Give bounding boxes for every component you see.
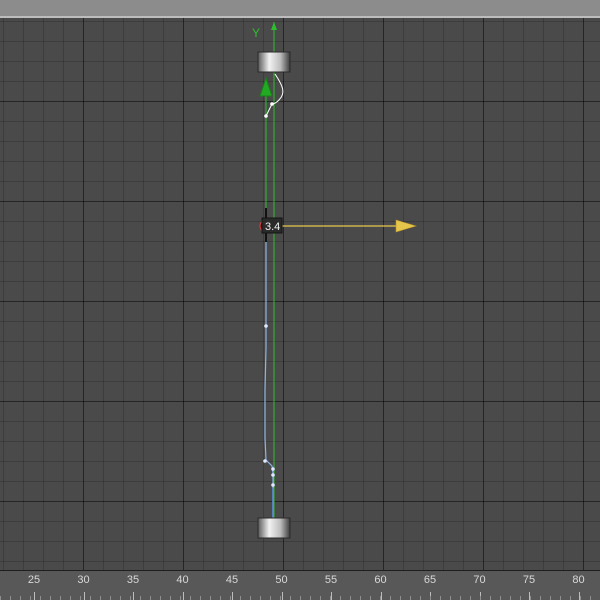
- spline-point[interactable]: [264, 324, 268, 328]
- ruler-minor-tick: [500, 596, 501, 600]
- ruler-minor-tick: [330, 596, 331, 600]
- ruler-label: 65: [423, 574, 437, 586]
- ruler-minor-tick: [90, 596, 91, 600]
- ruler-minor-tick: [410, 596, 411, 600]
- ruler-label: 60: [374, 574, 387, 586]
- spline-point[interactable]: [263, 459, 267, 463]
- ruler-minor-tick: [370, 596, 371, 600]
- ruler-minor-tick: [540, 596, 541, 600]
- ruler-minor-tick: [110, 596, 111, 600]
- ruler-minor-tick: [170, 596, 171, 600]
- ruler-minor-tick: [160, 596, 161, 600]
- ruler-minor-tick: [270, 596, 271, 600]
- ruler-label: 50: [275, 574, 288, 586]
- ruler-minor-tick: [560, 596, 561, 600]
- bottom-cap-icon[interactable]: [257, 517, 291, 539]
- ruler-minor-tick: [30, 596, 31, 600]
- ruler-minor-tick: [440, 596, 441, 600]
- ruler-minor-tick: [570, 596, 571, 600]
- ruler-minor-tick: [310, 596, 311, 600]
- spline-curve[interactable]: [264, 208, 274, 518]
- ruler-label: 30: [77, 574, 90, 586]
- ruler-label: 75: [522, 574, 536, 586]
- ruler-label: 25: [27, 574, 41, 586]
- y-axis-tip-icon: [271, 22, 277, 30]
- ruler-minor-tick: [300, 596, 301, 600]
- ruler-minor-tick: [140, 596, 141, 600]
- ruler-minor-tick: [510, 596, 511, 600]
- ruler-minor-tick: [480, 596, 481, 600]
- ruler-minor-tick: [260, 596, 261, 600]
- ruler-minor-tick: [100, 596, 101, 600]
- spline-point[interactable]: [271, 483, 275, 487]
- ruler-minor-tick: [590, 596, 591, 600]
- ruler-tick: [232, 592, 233, 600]
- ruler-minor-tick: [180, 596, 181, 600]
- ruler-minor-tick: [350, 596, 351, 600]
- ruler-minor-tick: [70, 596, 71, 600]
- ruler-minor-tick: [60, 596, 61, 600]
- app-window: Y 3.4 25 30 35 40 45 50 55 60 65 70 75 8…: [0, 0, 600, 600]
- ruler-minor-tick: [50, 596, 51, 600]
- ruler-minor-tick: [230, 596, 231, 600]
- ruler-minor-tick: [390, 596, 391, 600]
- curve-point[interactable]: [270, 102, 274, 106]
- ruler-tick: [83, 592, 85, 600]
- ruler-label: 35: [126, 574, 140, 586]
- spline-point[interactable]: [271, 467, 275, 471]
- ruler-minor-tick: [380, 596, 381, 600]
- gizmo-value: 3.4: [265, 221, 280, 233]
- ruler-tick: [34, 592, 35, 600]
- ruler-minor-tick: [420, 596, 421, 600]
- ruler-minor-tick: [460, 596, 461, 600]
- ruler-minor-tick: [360, 596, 361, 600]
- curve-point[interactable]: [264, 114, 268, 118]
- ruler-minor-tick: [520, 596, 521, 600]
- ruler-minor-tick: [0, 596, 1, 600]
- ruler-minor-tick: [450, 596, 451, 600]
- ruler-minor-tick: [280, 596, 281, 600]
- ruler-minor-tick: [580, 596, 581, 600]
- ruler-minor-tick: [470, 596, 471, 600]
- ruler-minor-tick: [290, 596, 291, 600]
- ruler-label: 80: [572, 574, 585, 586]
- top-cap-icon[interactable]: [257, 51, 291, 73]
- ruler-minor-tick: [200, 596, 201, 600]
- y-axis-arrow-icon[interactable]: [259, 76, 273, 97]
- ruler-label: 55: [324, 574, 338, 586]
- ruler-minor-tick: [190, 596, 191, 600]
- ruler-minor-tick: [250, 596, 251, 600]
- spline-point[interactable]: [271, 473, 275, 477]
- ruler-label: 45: [225, 574, 239, 586]
- ruler-minor-tick: [530, 596, 531, 600]
- x-axis-arrow-icon[interactable]: [395, 219, 418, 233]
- ruler-label: 40: [176, 574, 189, 586]
- ruler-minor-tick: [40, 596, 41, 600]
- ruler-minor-tick: [400, 596, 401, 600]
- viewport-canvas[interactable]: Y 3.4: [0, 18, 600, 570]
- ruler-minor-tick: [240, 596, 241, 600]
- ruler-minor-tick: [210, 596, 211, 600]
- viewport-title-bar: [0, 0, 600, 18]
- ruler-minor-tick: [150, 596, 151, 600]
- ruler-tick: [182, 592, 184, 600]
- ruler-minor-tick: [120, 596, 121, 600]
- ruler-minor-tick: [490, 596, 491, 600]
- scene-svg: Y 3.4: [252, 22, 418, 539]
- ruler-minor-tick: [320, 596, 321, 600]
- ruler-tick: [133, 592, 134, 600]
- ruler-minor-tick: [130, 596, 131, 600]
- ruler-tick: [331, 592, 332, 600]
- ruler-minor-tick: [550, 596, 551, 600]
- ruler-minor-tick: [220, 596, 221, 600]
- ruler-minor-tick: [340, 596, 341, 600]
- ruler-label: 70: [473, 574, 486, 586]
- ruler-tick: [281, 592, 283, 600]
- ruler-minor-tick: [20, 596, 21, 600]
- ruler-minor-tick: [10, 596, 11, 600]
- ruler-minor-tick: [430, 596, 431, 600]
- y-axis-label: Y: [252, 26, 260, 40]
- timeline-ruler[interactable]: 25 30 35 40 45 50 55 60 65 70 75 80: [0, 570, 600, 600]
- ruler-minor-tick: [80, 596, 81, 600]
